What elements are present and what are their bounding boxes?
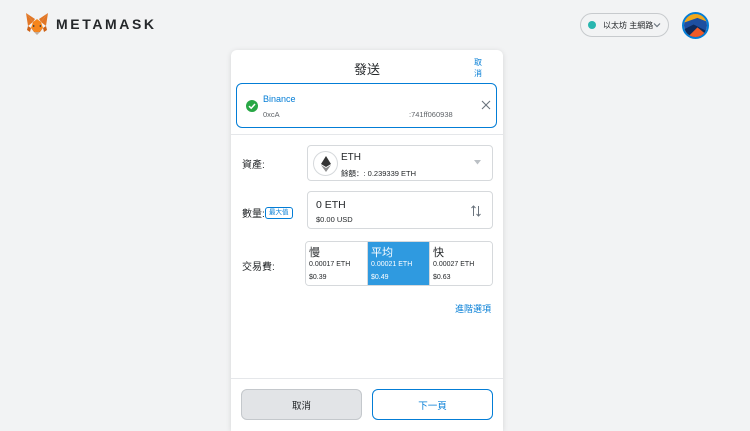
asset-selector[interactable]: ETH 餘額：: 0.239339 ETH [307,145,493,181]
caret-down-icon [474,160,481,165]
fee-option-usd: $0.39 [309,274,327,281]
amount-value: 0 ETH [316,199,346,211]
fee-option-slow[interactable]: 慢 0.00017 ETH $0.39 [306,242,368,285]
fee-option-eth: 0.00017 ETH [309,261,351,268]
section-divider [231,134,503,135]
network-status-dot [588,21,596,29]
metamask-fox-icon [26,13,48,35]
fee-selector: 慢 0.00017 ETH $0.39 平均 0.00021 ETH $0.49… [305,241,493,286]
send-panel: 發送 取消 Binance 0xcA :741ff060938 資產: ETH … [231,50,503,431]
amount-input[interactable]: 0 ETH $0.00 USD [307,191,493,229]
advanced-options-link[interactable]: 進階選項 [455,302,491,315]
logo-wordmark: METAMASK [56,16,157,32]
recipient-address-start: 0xcA [263,110,280,119]
footer-divider [231,378,503,379]
swap-icon[interactable] [470,204,482,218]
fee-option-fast[interactable]: 快 0.00027 ETH $0.63 [430,242,492,285]
fee-option-name: 慢 [309,247,320,259]
asset-label: 資產: [242,160,265,171]
close-icon[interactable] [481,100,491,110]
asset-symbol: ETH [341,152,361,163]
recipient-address-end: :741ff060938 [409,110,453,119]
network-label: 以太坊 主網路 [603,20,654,30]
account-avatar-icon [684,14,707,37]
asset-balance: 餘額：: 0.239339 ETH [341,169,417,178]
fee-option-eth: 0.00027 ETH [433,261,475,268]
page-title: 發送 [353,62,380,77]
network-selector[interactable]: 以太坊 主網路 [580,13,669,37]
asset-icon-wrapper [313,151,338,176]
cancel-button[interactable]: 取消 [241,389,362,420]
max-amount-button[interactable]: 最大值 [265,207,293,219]
chevron-down-icon [653,23,661,28]
header-cancel-link[interactable]: 取消 [471,57,485,79]
metamask-logo[interactable]: METAMASK [24,11,157,37]
recipient-field[interactable]: Binance 0xcA :741ff060938 [236,83,497,128]
fee-option-name: 平均 [371,247,393,259]
fee-option-eth: 0.00021 ETH [371,261,413,268]
fee-option-usd: $0.63 [433,274,451,281]
fee-option-usd: $0.49 [371,274,389,281]
fee-label: 交易費: [242,262,275,273]
next-button[interactable]: 下一頁 [372,389,493,420]
amount-label: 數量: [242,209,265,220]
fee-option-name: 快 [433,247,444,259]
check-circle-icon [246,100,258,112]
amount-usd-value: $0.00 USD [316,215,353,224]
account-avatar[interactable] [682,12,709,39]
ethereum-icon [321,156,331,172]
fee-option-average[interactable]: 平均 0.00021 ETH $0.49 [368,242,430,285]
recipient-name: Binance [263,94,296,104]
